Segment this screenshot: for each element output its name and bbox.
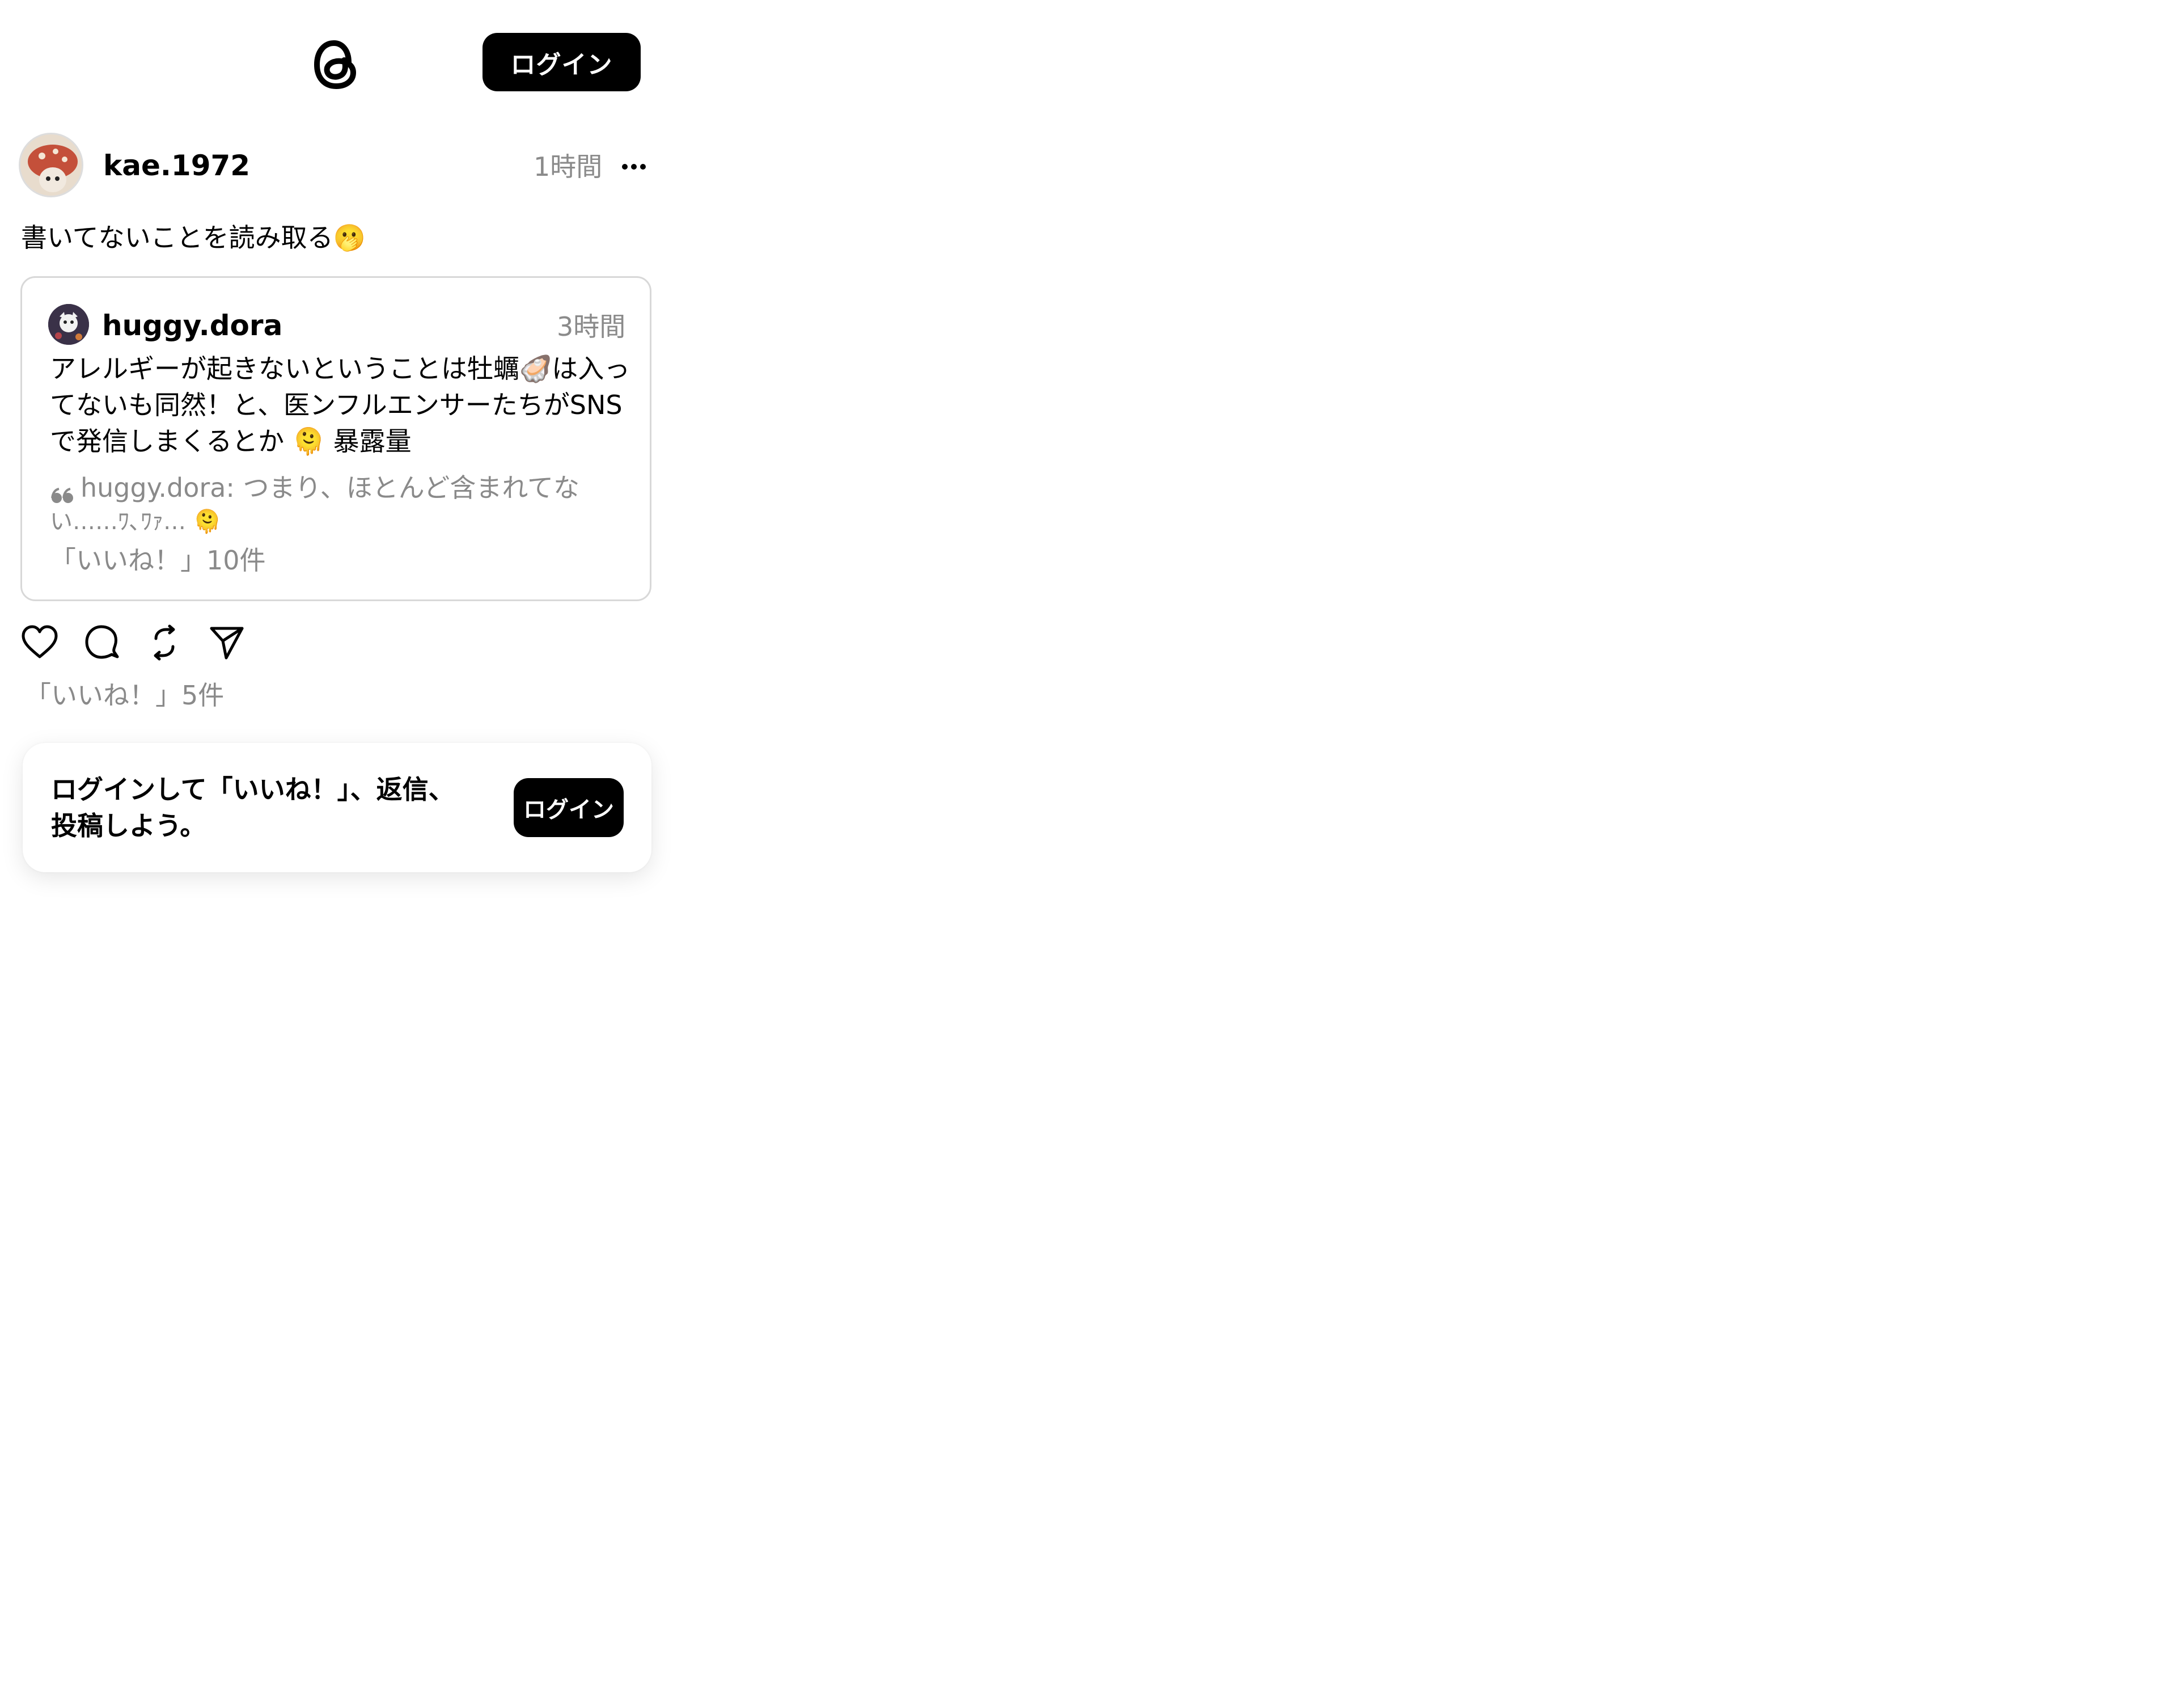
quoted-avatar[interactable] <box>48 304 89 345</box>
login-prompt-button[interactable]: ログイン <box>514 778 624 837</box>
login-prompt-line: 投稿しよう。 <box>51 810 206 841</box>
quoted-body-line: てないも同然！と、医ンフルエンサーたちがSNS <box>50 390 623 420</box>
quoted-body-line: で発信しまくるとか 🫠 暴露量 <box>50 426 412 457</box>
repost-icon[interactable] <box>143 622 185 664</box>
quoted-body: アレルギーが起きないということは牡蠣🦪は入っ てないも同然！と、医ンフルエンサー… <box>50 350 640 459</box>
quoted-like-count[interactable]: 「いいね！」10件 <box>50 544 266 576</box>
login-prompt-line: ログインして「いいね！」、返信、 <box>51 774 455 805</box>
login-prompt-text: ログインして「いいね！」、返信、 投稿しよう。 <box>51 771 482 844</box>
quoted-body-line: アレルギーが起きないということは牡蠣🦪は入っ <box>50 353 630 384</box>
avatar[interactable] <box>19 133 83 197</box>
login-button[interactable]: ログイン <box>482 33 641 91</box>
share-icon[interactable] <box>206 622 248 664</box>
nested-quote-text-line2: い……ﾜ､ﾜｧ… 🫠 <box>50 509 222 535</box>
nested-quote-text: huggy.dora: つまり、ほとんど含まれてな <box>81 472 579 503</box>
quoted-username[interactable]: huggy.dora <box>102 309 282 343</box>
more-options-icon[interactable] <box>618 151 650 183</box>
post-like-count[interactable]: 「いいね！」5件 <box>25 679 224 711</box>
post-username[interactable]: kae.1972 <box>103 149 250 183</box>
post-text: 書いてないことを読み取る🫢 <box>21 222 366 253</box>
reply-icon[interactable] <box>81 622 123 664</box>
threads-logo-icon[interactable] <box>309 33 361 95</box>
post-timestamp: 1時間 <box>534 151 603 182</box>
nested-quote[interactable]: huggy.dora: つまり、ほとんど含まれてな い……ﾜ､ﾜｧ… 🫠 <box>50 470 617 538</box>
quote-mark-icon <box>50 480 75 503</box>
heart-icon[interactable] <box>19 622 61 664</box>
quoted-timestamp: 3時間 <box>557 311 626 342</box>
